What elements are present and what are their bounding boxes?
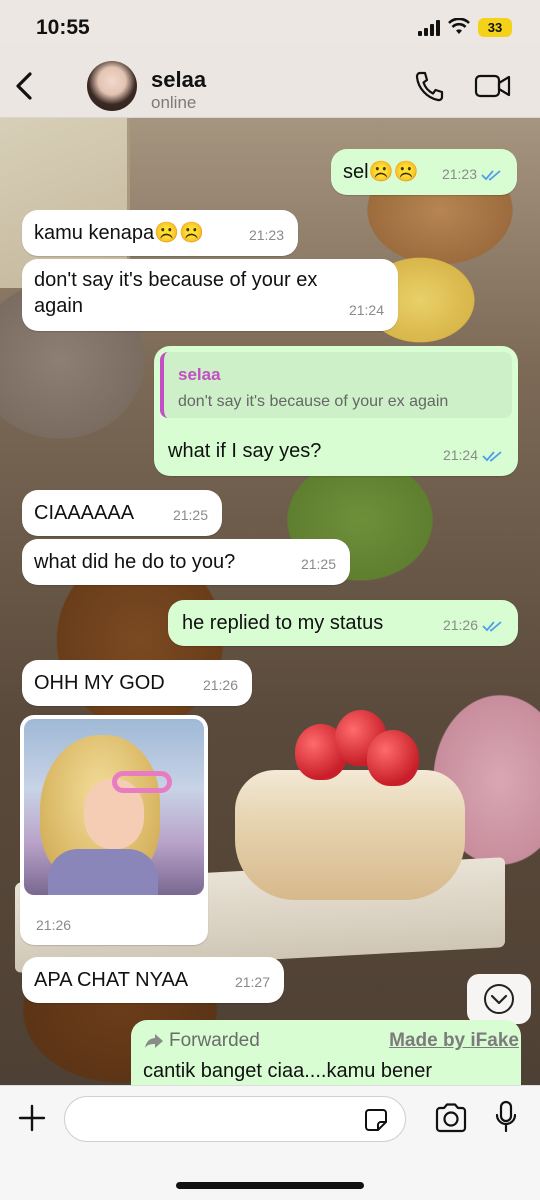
plus-icon [18, 1104, 46, 1132]
quoted-message[interactable]: selaa don't say it's because of your ex … [160, 352, 512, 418]
message-text-line-1: don't say it's because of your ex [34, 269, 318, 291]
read-receipt-icon [482, 451, 502, 462]
camera-button[interactable] [434, 1103, 468, 1133]
contact-status: online [151, 93, 197, 112]
status-time: 10:55 [36, 16, 90, 39]
battery-indicator: 33 [478, 18, 512, 37]
back-button[interactable] [12, 68, 36, 104]
message-time: 21:25 [300, 556, 336, 572]
voice-message-button[interactable] [494, 1100, 518, 1134]
message-incoming[interactable]: kamu kenapa☹️☹️ 21:23 [22, 210, 298, 256]
message-text: kamu kenapa☹️☹️ [34, 222, 204, 244]
message-incoming[interactable]: don't say it's because of your ex again … [22, 259, 398, 331]
message-incoming[interactable]: OHH MY GOD 21:26 [22, 660, 252, 706]
forwarded-label: Forwarded [169, 1030, 260, 1051]
microphone-icon [495, 1100, 517, 1133]
message-time: 21:26 [36, 917, 72, 933]
message-outgoing[interactable]: sel☹️☹️ 21:23 [331, 149, 517, 195]
message-meta: 21:24 [443, 442, 504, 468]
scroll-to-bottom-button[interactable] [467, 974, 531, 1024]
chevron-down-circle-icon [484, 984, 514, 1014]
message-time: 21:26 [442, 617, 478, 633]
message-outgoing-reply[interactable]: selaa don't say it's because of your ex … [154, 346, 518, 476]
message-meta: 21:23 [442, 161, 503, 187]
signal-icon [418, 20, 442, 36]
message-text: cantik banget ciaa....kamu bener [143, 1060, 433, 1082]
forward-icon [145, 1034, 163, 1048]
wallpaper-tart-plush-graphic [235, 710, 465, 900]
message-incoming[interactable]: APA CHAT NYAA 21:27 [22, 957, 284, 1003]
message-text: he replied to my status [182, 612, 384, 634]
watermark-text: Made by iFake [389, 1030, 519, 1051]
message-time: 21:27 [234, 974, 270, 990]
read-receipt-icon [482, 621, 502, 632]
message-text: APA CHAT NYAA [34, 969, 189, 991]
message-outgoing-forwarded[interactable]: Forwarded Made by iFake cantik banget ci… [131, 1020, 521, 1090]
message-time: 21:23 [248, 227, 284, 243]
message-incoming-image[interactable]: 21:26 [20, 715, 208, 945]
read-receipt-icon [481, 170, 501, 181]
avatar[interactable] [87, 61, 137, 111]
message-time: 21:24 [348, 302, 384, 318]
phone-icon [415, 71, 444, 102]
message-text: what did he do to you? [34, 551, 236, 573]
image-attachment[interactable] [24, 719, 204, 895]
message-text: CIAAAAAA [34, 502, 135, 524]
message-outgoing[interactable]: he replied to my status 21:26 [168, 600, 518, 646]
quoted-sender: selaa [178, 365, 221, 384]
wifi-icon [448, 17, 470, 40]
contact-name[interactable]: selaa [151, 67, 206, 93]
message-time: 21:24 [442, 447, 478, 463]
message-incoming[interactable]: what did he do to you? 21:25 [22, 539, 350, 585]
video-call-button[interactable] [474, 73, 512, 104]
sticker-button[interactable] [364, 1108, 388, 1132]
message-time: 21:26 [202, 677, 238, 693]
camera-icon [435, 1103, 467, 1133]
attach-button[interactable] [18, 1104, 46, 1132]
message-time: 21:25 [172, 507, 208, 523]
chevron-left-icon [16, 72, 32, 100]
message-text-line-2: again [34, 295, 83, 317]
video-camera-icon [474, 74, 511, 98]
message-meta: 21:26 [443, 612, 504, 638]
message-text: OHH MY GOD [34, 672, 165, 694]
chat-header: 10:55 33 selaa online [0, 0, 540, 118]
sticker-icon [365, 1109, 387, 1131]
message-input[interactable] [64, 1096, 406, 1142]
message-composer [0, 1085, 540, 1200]
voice-call-button[interactable] [414, 70, 444, 107]
message-text: what if I say yes? [168, 440, 322, 462]
message-incoming[interactable]: CIAAAAAA 21:25 [22, 490, 222, 536]
quoted-text: don't say it's because of your ex again [178, 393, 449, 410]
message-text: sel☹️☹️ [343, 161, 419, 183]
message-time: 21:23 [441, 166, 477, 182]
home-indicator [176, 1182, 364, 1189]
